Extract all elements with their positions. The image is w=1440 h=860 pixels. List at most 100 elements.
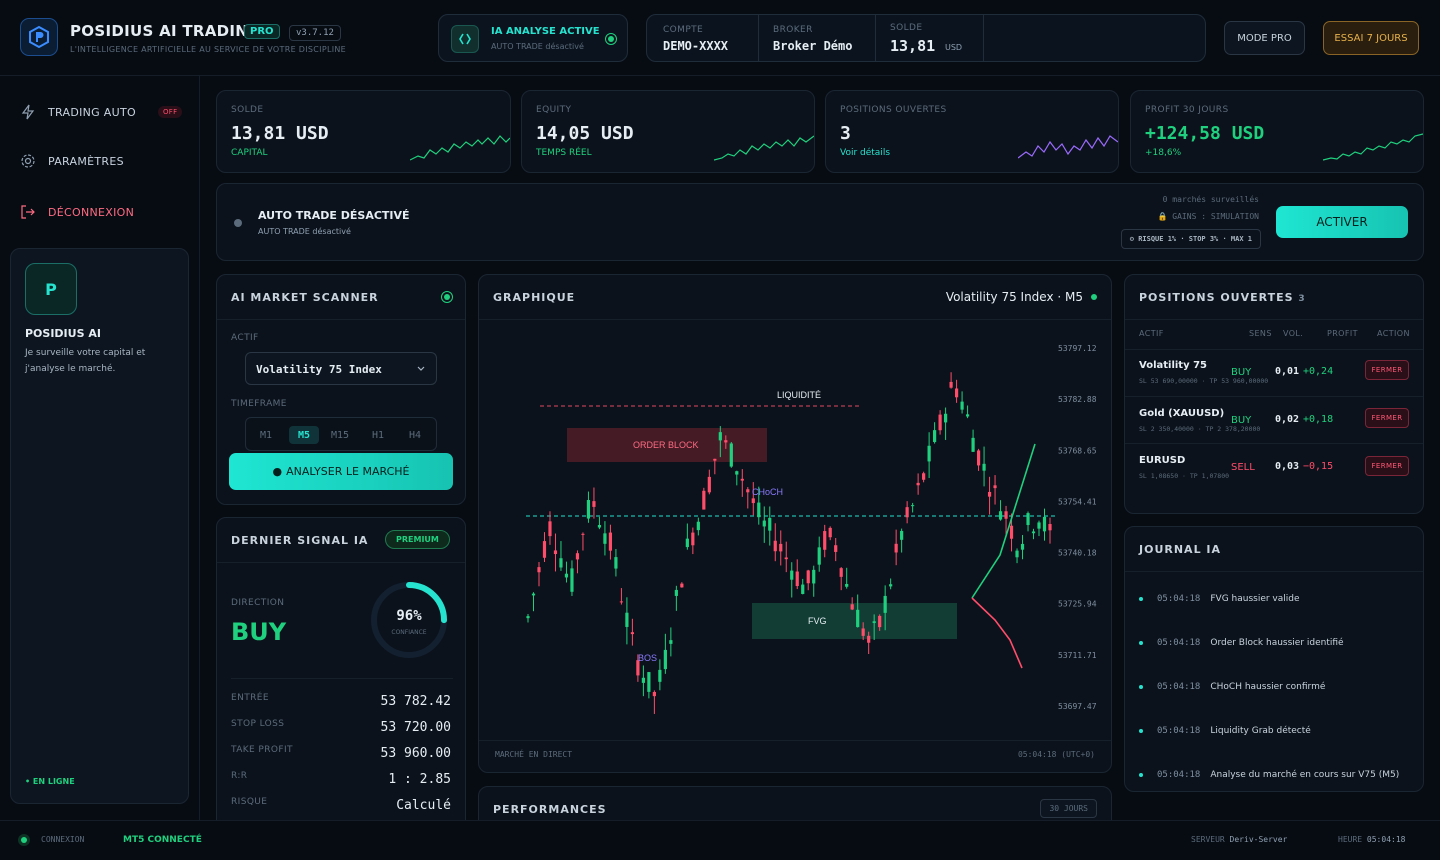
candle-body	[828, 527, 832, 538]
candle-body	[740, 478, 744, 481]
bos-label: BOS	[638, 653, 657, 663]
trial-button[interactable]: ESSAI 7 JOURS	[1323, 21, 1419, 55]
last-signal-panel: DERNIER SIGNAL IA PREMIUM DIRECTION BUY …	[216, 517, 466, 827]
candle-body	[542, 541, 547, 558]
candle-body	[762, 520, 766, 527]
timeframe-h1[interactable]: H1	[364, 426, 392, 444]
confidence-gauge: 96% CONFIANCE	[369, 580, 449, 660]
close-position-button[interactable]: FERMER	[1365, 456, 1409, 476]
app-tagline: L'INTELLIGENCE ARTIFICIELLE AU SERVICE D…	[70, 45, 346, 54]
ai-status-title: IA ANALYSE ACTIVE	[491, 26, 600, 37]
candle-body	[779, 543, 783, 552]
confidence-label: CONFIANCE	[391, 629, 427, 636]
fvg-zone	[752, 603, 957, 639]
candle-body	[960, 401, 964, 410]
candle-body	[658, 669, 662, 682]
rr-value: 1 : 2.85	[388, 772, 451, 787]
journal-entry: 05:04:18 CHoCH haussier confirmé	[1139, 682, 1325, 692]
candle-body	[883, 595, 887, 613]
asset-select[interactable]: Volatility 75 Index	[245, 352, 437, 385]
candle-body	[592, 501, 596, 507]
candle-body	[1020, 543, 1025, 550]
journal-entry: 05:04:18 Order Block haussier identifié	[1139, 638, 1344, 648]
candle-body	[938, 414, 942, 431]
candle-body	[1009, 525, 1014, 539]
sparkline	[1323, 133, 1423, 161]
candle-body	[971, 437, 975, 452]
autotrade-panel: AUTO TRADE DÉSACTIVÉ AUTO TRADE désactiv…	[216, 183, 1424, 261]
candlestick-chart[interactable]: LIQUIDITÉ ORDER BLOCK CHoCH FVG BOS 53797.12 5…	[480, 320, 1112, 740]
stop-loss-label: STOP LOSS	[231, 719, 285, 729]
connection-label: CONNEXION	[41, 835, 85, 844]
candle-body	[586, 500, 591, 519]
timeframe-label: TIMEFRAME	[231, 399, 287, 409]
y-tick-label: 53697.47	[1058, 702, 1097, 711]
chart-panel: GRAPHIQUE Volatility 75 Index · M5 LIQUI…	[478, 274, 1112, 773]
y-tick-label: 53740.18	[1058, 549, 1097, 558]
positions-title: POSITIONS OUVERTES 3	[1139, 291, 1306, 304]
position-row: Gold (XAUUSD) SL 2 350,40000 · TP 2 378,…	[1125, 396, 1423, 443]
candle-body	[1037, 522, 1041, 529]
candle-body	[911, 505, 915, 507]
ai-journal-panel: JOURNAL IA 05:04:18 FVG haussier valide 0…	[1124, 526, 1424, 792]
candle-body	[812, 569, 816, 584]
sidebar-item-logout[interactable]: DÉCONNEXION	[20, 204, 134, 220]
market-scanner-panel: AI MARKET SCANNER ACTIF Volatility 75 In…	[216, 274, 466, 505]
balance-label: SOLDE	[890, 23, 923, 33]
sidebar-item-trading-auto[interactable]: TRADING AUTO OFF	[20, 104, 183, 120]
chart-title: GRAPHIQUE	[493, 291, 576, 304]
activate-button[interactable]: ACTIVER	[1276, 206, 1408, 238]
balance-value: 13,81	[890, 37, 936, 55]
chevron-down-icon	[417, 366, 425, 371]
candle-body	[795, 571, 799, 587]
timeframe-h4[interactable]: H4	[401, 426, 429, 444]
signal-title: DERNIER SIGNAL IA	[231, 534, 369, 547]
sidebar-item-settings[interactable]: PARAMÈTRES	[20, 153, 124, 169]
performance-period[interactable]: 30 JOURS	[1040, 799, 1097, 818]
candle-body	[987, 491, 992, 497]
col-profit: PROFIT	[1327, 329, 1358, 338]
close-position-button[interactable]: FERMER	[1365, 360, 1409, 380]
candle-body	[922, 473, 926, 480]
candle-body	[702, 490, 706, 510]
candle-body	[927, 445, 931, 462]
candle-body	[839, 568, 843, 577]
mode-pro-button[interactable]: MODE PRO	[1224, 21, 1305, 55]
col-action: ACTION	[1377, 329, 1410, 338]
journal-entry: 05:04:18 Analyse du marché en cours sur V…	[1139, 770, 1399, 780]
entry-label: ENTRÉE	[231, 693, 269, 703]
timeframe-m1[interactable]: M1	[252, 426, 280, 444]
gains-mode: 🔒 GAINS : SIMULATION	[1157, 212, 1260, 221]
analyze-market-button[interactable]: ● ANALYSER LE MARCHÉ	[229, 453, 453, 490]
timeframe-m5[interactable]: M5	[289, 426, 319, 444]
candle-body	[746, 489, 750, 493]
pro-badge: PRO	[244, 24, 280, 39]
candle-body	[806, 570, 810, 584]
risk-settings: ⚙ RISQUE 1% · STOP 3% · MAX 1	[1120, 229, 1261, 249]
sidebar-item-label: PARAMÈTRES	[48, 154, 124, 168]
choch-label: CHoCH	[752, 487, 783, 497]
autotrade-title: AUTO TRADE DÉSACTIVÉ	[258, 209, 410, 222]
candle-body	[949, 381, 953, 388]
close-position-button[interactable]: FERMER	[1365, 408, 1409, 428]
candle-body	[867, 635, 871, 643]
online-status: • EN LIGNE	[25, 777, 75, 786]
liquidity-label: LIQUIDITÉ	[777, 390, 821, 400]
autotrade-status-dot	[234, 219, 242, 227]
candle-body	[757, 502, 761, 518]
candle-body	[768, 517, 772, 531]
signal-direction: BUY	[231, 618, 287, 646]
candle-body	[801, 584, 805, 594]
candle-body	[559, 558, 563, 568]
stat-card-positions[interactable]: POSITIONS OUVERTES 3 Voir détails	[825, 90, 1119, 173]
candle-body	[933, 430, 937, 443]
candle-body	[845, 583, 849, 587]
candle-body	[674, 589, 678, 596]
connection-value: MT5 CONNECTÉ	[123, 835, 202, 845]
timeframe-m15[interactable]: M15	[326, 426, 354, 444]
position-row: EURUSD SL 1,08650 · TP 1,07800 SELL 0,03…	[1125, 443, 1423, 490]
off-badge: OFF	[157, 106, 183, 118]
ai-card-text: Je surveille votre capital et j'analyse …	[25, 348, 146, 374]
stat-card-profit: PROFIT 30 JOURS +124,58 USD +18,6%	[1130, 90, 1424, 173]
y-tick-label: 53711.71	[1058, 651, 1097, 660]
